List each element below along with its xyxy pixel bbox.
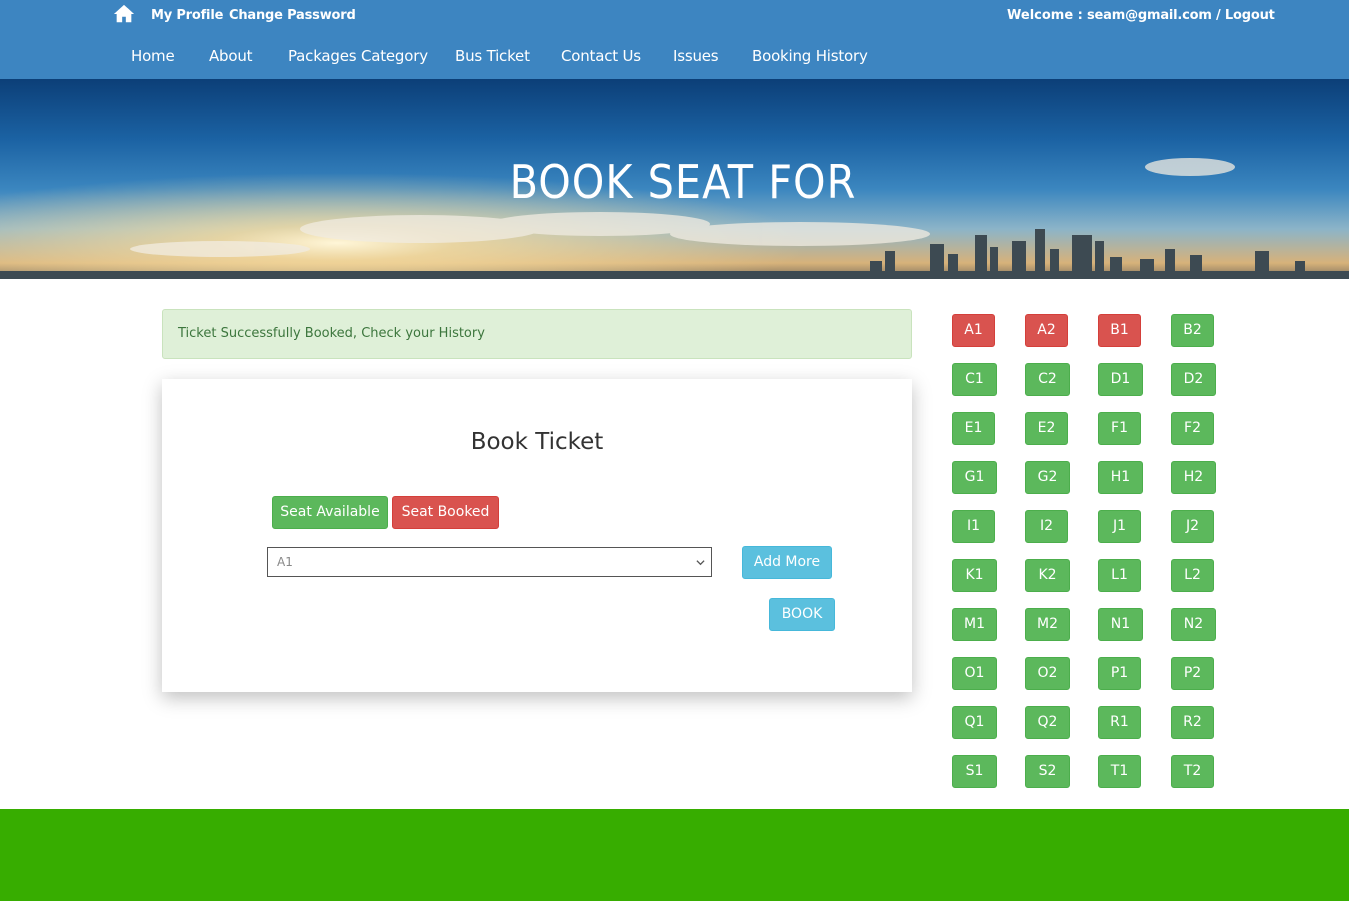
seat-a1[interactable]: A1 xyxy=(952,314,995,347)
hero-banner: BOOK SEAT FOR xyxy=(0,79,1349,279)
top-header: My Profile Change Password Welcome : sea… xyxy=(0,0,1349,79)
card-title: Book Ticket xyxy=(470,429,604,455)
seat-t1[interactable]: T1 xyxy=(1098,755,1141,788)
home-icon[interactable] xyxy=(113,3,135,25)
seat-r1[interactable]: R1 xyxy=(1098,706,1141,739)
seat-p2[interactable]: P2 xyxy=(1171,657,1214,690)
book-button[interactable]: BOOK xyxy=(769,598,835,631)
seat-q1[interactable]: Q1 xyxy=(952,706,997,739)
add-more-button[interactable]: Add More xyxy=(742,546,832,579)
nav-home[interactable]: Home xyxy=(131,47,175,65)
seat-o2[interactable]: O2 xyxy=(1025,657,1070,690)
seat-l2[interactable]: L2 xyxy=(1171,559,1214,592)
my-profile-link[interactable]: My Profile xyxy=(151,8,223,23)
main-nav: Home About Packages Category Bus Ticket … xyxy=(0,47,1349,69)
nav-packages-category[interactable]: Packages Category xyxy=(288,47,428,65)
seat-select-value: A1 xyxy=(277,555,293,569)
nav-about[interactable]: About xyxy=(209,47,253,65)
nav-contact-us[interactable]: Contact Us xyxy=(561,47,641,65)
seat-e1[interactable]: E1 xyxy=(952,412,995,445)
success-alert: Ticket Successfully Booked, Check your H… xyxy=(162,309,912,359)
seat-b1[interactable]: B1 xyxy=(1098,314,1141,347)
seat-t2[interactable]: T2 xyxy=(1171,755,1214,788)
seat-o1[interactable]: O1 xyxy=(952,657,997,690)
seat-h2[interactable]: H2 xyxy=(1171,461,1216,494)
seat-p1[interactable]: P1 xyxy=(1098,657,1141,690)
seat-f2[interactable]: F2 xyxy=(1171,412,1214,445)
seat-select[interactable]: A1 xyxy=(267,547,712,577)
nav-issues[interactable]: Issues xyxy=(673,47,719,65)
seat-b2[interactable]: B2 xyxy=(1171,314,1214,347)
nav-booking-history[interactable]: Booking History xyxy=(752,47,868,65)
seat-m1[interactable]: M1 xyxy=(952,608,997,641)
user-logout-link[interactable]: seam@gmail.com / Logout xyxy=(1087,8,1275,23)
seat-s2[interactable]: S2 xyxy=(1025,755,1070,788)
chevron-down-icon xyxy=(696,560,705,566)
seat-d1[interactable]: D1 xyxy=(1098,363,1143,396)
seat-h1[interactable]: H1 xyxy=(1098,461,1143,494)
seat-available-legend: Seat Available xyxy=(272,496,388,529)
footer xyxy=(0,809,1349,901)
seat-i2[interactable]: I2 xyxy=(1025,510,1068,543)
seat-i1[interactable]: I1 xyxy=(952,510,995,543)
seat-m2[interactable]: M2 xyxy=(1025,608,1070,641)
nav-bus-ticket[interactable]: Bus Ticket xyxy=(455,47,530,65)
seat-g1[interactable]: G1 xyxy=(952,461,997,494)
seat-j1[interactable]: J1 xyxy=(1098,510,1141,543)
seat-n1[interactable]: N1 xyxy=(1098,608,1143,641)
welcome-label: Welcome : xyxy=(1007,8,1083,23)
seat-a2[interactable]: A2 xyxy=(1025,314,1068,347)
seat-booked-legend: Seat Booked xyxy=(392,496,499,529)
seat-f1[interactable]: F1 xyxy=(1098,412,1141,445)
seat-s1[interactable]: S1 xyxy=(952,755,997,788)
seat-l1[interactable]: L1 xyxy=(1098,559,1141,592)
seat-q2[interactable]: Q2 xyxy=(1025,706,1070,739)
book-ticket-card: Book Ticket Seat Available Seat Booked A… xyxy=(162,379,912,692)
seat-k2[interactable]: K2 xyxy=(1025,559,1070,592)
seat-c1[interactable]: C1 xyxy=(952,363,997,396)
seat-d2[interactable]: D2 xyxy=(1171,363,1216,396)
change-password-link[interactable]: Change Password xyxy=(229,8,356,23)
seat-e2[interactable]: E2 xyxy=(1025,412,1068,445)
seat-n2[interactable]: N2 xyxy=(1171,608,1216,641)
seat-g2[interactable]: G2 xyxy=(1025,461,1070,494)
seat-k1[interactable]: K1 xyxy=(952,559,997,592)
seat-j2[interactable]: J2 xyxy=(1171,510,1214,543)
seat-r2[interactable]: R2 xyxy=(1171,706,1214,739)
seat-c2[interactable]: C2 xyxy=(1025,363,1070,396)
banner-title: BOOK SEAT FOR xyxy=(509,155,857,209)
